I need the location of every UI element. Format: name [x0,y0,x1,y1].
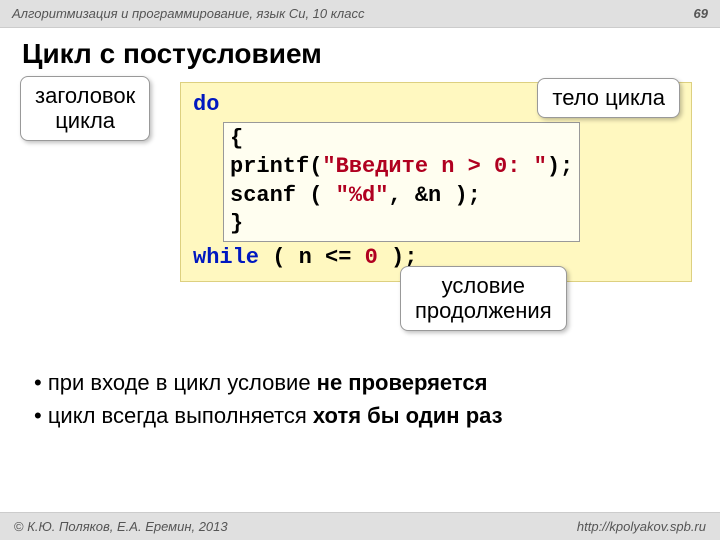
callout-loop-body: тело цикла [537,78,680,118]
bullet-text: цикл всегда выполняется [48,403,313,428]
code-number: 0 [365,245,378,270]
callout-condition: условие продолжения [400,266,567,331]
bullet-item: цикл всегда выполняется хотя бы один раз [34,399,690,432]
page-number: 69 [694,6,708,21]
callout-text: цикла [55,108,115,133]
code-string: "%d" [336,183,389,208]
authors-text: К.Ю. Поляков, Е.А. Еремин, 2013 [24,519,228,534]
content-area: заголовок цикла do { printf("Введите n >… [20,76,700,356]
page-title: Цикл с постусловием [22,38,720,70]
footer-bar: © К.Ю. Поляков, Е.А. Еремин, 2013 http:/… [0,512,720,540]
code-text: printf( [230,154,322,179]
header-bar: Алгоритмизация и программирование, язык … [0,0,720,28]
code-string: "Введите n > 0: " [322,154,546,179]
callout-text: заголовок [35,83,135,108]
code-keyword: while [193,245,259,270]
callout-text: продолжения [415,298,552,323]
code-inner-box: { printf("Введите n > 0: "); scanf ( "%d… [223,122,580,242]
callout-loop-header: заголовок цикла [20,76,150,141]
code-text: ); [547,154,573,179]
bullet-emphasis: хотя бы один раз [313,403,503,428]
code-text: ( n <= [259,245,365,270]
bullet-item: при входе в цикл условие не проверяется [34,366,690,399]
course-title: Алгоритмизация и программирование, язык … [12,6,364,21]
bullet-text: при входе в цикл условие [48,370,317,395]
callout-text: условие [442,273,525,298]
bullet-emphasis: не проверяется [317,370,488,395]
code-text: scanf ( [230,183,336,208]
footer-url: http://kpolyakov.spb.ru [577,519,706,534]
code-text: } [230,211,243,236]
code-keyword: do [193,92,219,117]
footer-authors: © К.Ю. Поляков, Е.А. Еремин, 2013 [14,519,228,534]
code-text: { [230,126,243,151]
code-text: , &n ); [388,183,480,208]
callout-text: тело цикла [552,85,665,110]
copyright-icon: © [14,519,24,534]
bullet-list: при входе в цикл условие не проверяется … [34,366,690,432]
